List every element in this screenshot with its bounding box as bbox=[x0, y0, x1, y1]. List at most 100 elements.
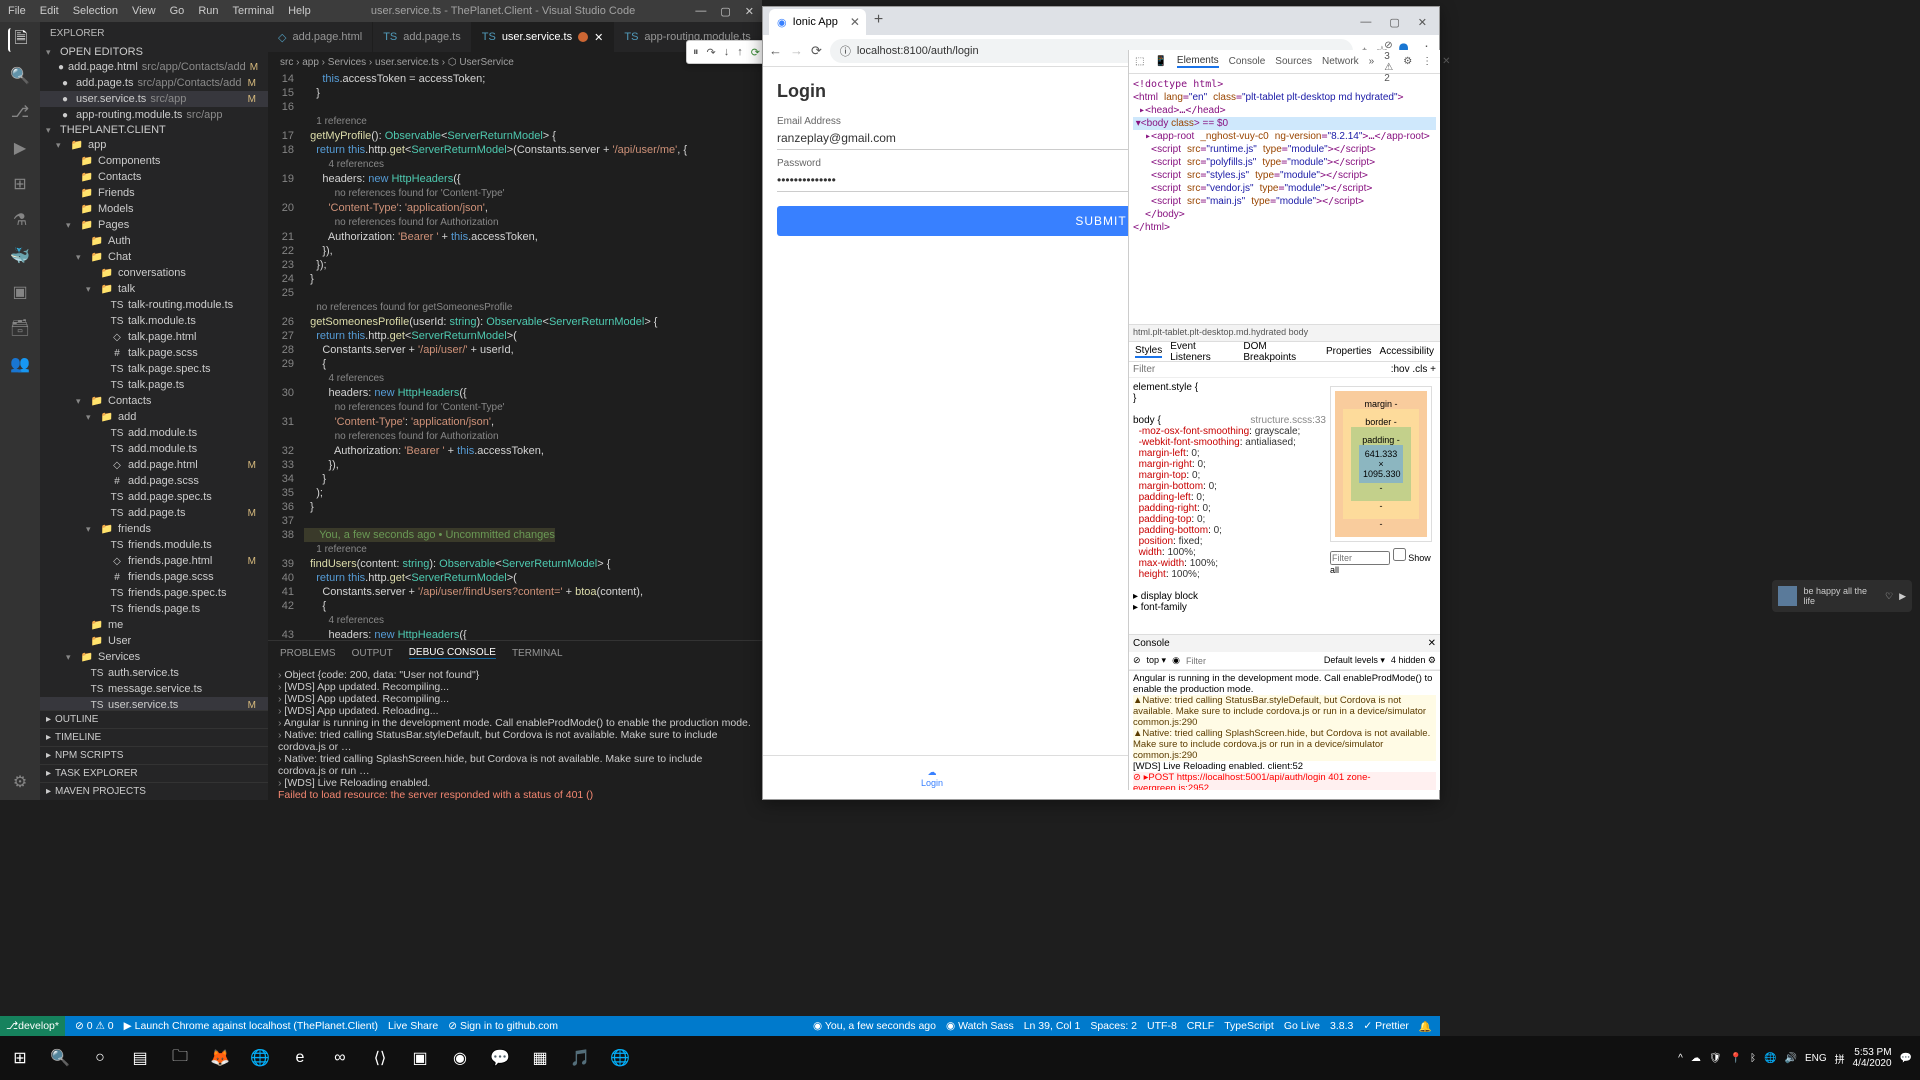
close-icon[interactable]: ✕ bbox=[1418, 16, 1427, 29]
liveshare-icon[interactable]: 👥 bbox=[8, 352, 32, 376]
remote-icon[interactable]: ▣ bbox=[8, 280, 32, 304]
eye-icon[interactable]: ◉ bbox=[1172, 655, 1180, 666]
min-icon[interactable]: — bbox=[695, 5, 706, 18]
step-into-icon[interactable]: ↓ bbox=[724, 46, 730, 58]
problems[interactable]: ⊘ 0 ⚠ 0 bbox=[75, 1020, 114, 1032]
tree-item[interactable]: ◇friends.page.htmlM bbox=[40, 553, 268, 569]
tree-item[interactable]: TSfriends.page.ts bbox=[40, 601, 268, 617]
clear-console-icon[interactable]: ⊘ bbox=[1133, 655, 1141, 666]
project-header[interactable]: ▾THEPLANET.CLIENT bbox=[40, 123, 268, 137]
eol[interactable]: CRLF bbox=[1187, 1020, 1214, 1032]
search-icon[interactable]: 🔍 bbox=[40, 1038, 80, 1078]
back-icon[interactable]: ← bbox=[769, 43, 782, 58]
explorer-icon[interactable]: 🗀 bbox=[160, 1038, 200, 1078]
tab-login[interactable]: ☁Login bbox=[763, 756, 1101, 799]
panel-tab[interactable]: OUTPUT bbox=[352, 648, 393, 659]
levels-select[interactable]: Default levels ▾ bbox=[1324, 655, 1385, 666]
cortana-icon[interactable]: ○ bbox=[80, 1038, 120, 1078]
tree-item[interactable]: TSadd.module.ts bbox=[40, 441, 268, 457]
tree-item[interactable]: TStalk.page.spec.ts bbox=[40, 361, 268, 377]
tree-item[interactable]: TSfriends.module.ts bbox=[40, 537, 268, 553]
chrome-icon[interactable]: 🌐 bbox=[240, 1038, 280, 1078]
defender-icon[interactable]: 🛡 bbox=[1709, 1053, 1722, 1064]
like-icon[interactable]: ♡ bbox=[1885, 591, 1893, 602]
encoding[interactable]: UTF-8 bbox=[1147, 1020, 1177, 1032]
panel-tab[interactable]: DEBUG CONSOLE bbox=[409, 647, 496, 659]
tree-item[interactable]: #add.page.scss bbox=[40, 473, 268, 489]
menu-edit[interactable]: Edit bbox=[40, 5, 59, 17]
now-playing[interactable]: be happy all the life ♡ ▶ bbox=[1772, 580, 1912, 612]
live-share[interactable]: Live Share bbox=[388, 1020, 438, 1032]
gear-icon[interactable]: ⚙ bbox=[8, 770, 32, 794]
start-icon[interactable]: ⊞ bbox=[0, 1038, 40, 1078]
indent[interactable]: Spaces: 2 bbox=[1090, 1020, 1137, 1032]
min-icon[interactable]: — bbox=[1360, 16, 1371, 29]
section-task-explorer[interactable]: ▸TASK EXPLORER bbox=[40, 764, 268, 782]
tree-item[interactable]: TStalk-routing.module.ts bbox=[40, 297, 268, 313]
close-icon[interactable]: ✕ bbox=[745, 5, 754, 18]
tree-item[interactable]: ◇add.page.htmlM bbox=[40, 457, 268, 473]
firefox-icon[interactable]: 🦊 bbox=[200, 1038, 240, 1078]
step-over-icon[interactable]: ↷ bbox=[707, 46, 716, 59]
hidden-count[interactable]: 4 hidden ⚙ bbox=[1391, 655, 1436, 666]
play-icon[interactable]: ▶ bbox=[1899, 591, 1906, 602]
styles-tab[interactable]: Properties bbox=[1326, 346, 1372, 357]
new-tab-icon[interactable]: + bbox=[874, 11, 883, 29]
section-npm-scripts[interactable]: ▸NPM SCRIPTS bbox=[40, 746, 268, 764]
docker-icon[interactable]: 🐳 bbox=[8, 244, 32, 268]
dock-menu-icon[interactable]: ⋮ bbox=[1422, 56, 1432, 67]
vs-icon[interactable]: ∞ bbox=[320, 1038, 360, 1078]
style-rules[interactable]: element.style {} body { structure.scss:3… bbox=[1133, 382, 1326, 630]
max-icon[interactable]: ▢ bbox=[1389, 16, 1399, 29]
menu-help[interactable]: Help bbox=[288, 5, 311, 17]
tree-item[interactable]: ▾📁talk bbox=[40, 281, 268, 297]
launch-config[interactable]: ▶ Launch Chrome against localhost (ThePl… bbox=[124, 1020, 378, 1032]
test-icon[interactable]: ⚗ bbox=[8, 208, 32, 232]
dom-tree[interactable]: <!doctype html> <html lang="en" class="p… bbox=[1129, 74, 1440, 324]
hov-toggle[interactable]: :hov bbox=[1391, 364, 1410, 375]
tree-item[interactable]: TStalk.module.ts bbox=[40, 313, 268, 329]
console-filter[interactable] bbox=[1186, 656, 1318, 666]
add-style-icon[interactable]: + bbox=[1430, 364, 1436, 375]
tree-item[interactable]: TSauth.service.ts bbox=[40, 665, 268, 681]
open-editors-header[interactable]: ▾OPEN EDITORS bbox=[40, 45, 268, 59]
debug-icon[interactable]: ▶ bbox=[8, 136, 32, 160]
steam-icon[interactable]: ◉ bbox=[440, 1038, 480, 1078]
console-drawer-title[interactable]: Console bbox=[1133, 638, 1170, 649]
tree-item[interactable]: 📁Components bbox=[40, 153, 268, 169]
scm-icon[interactable]: ⎇ bbox=[8, 100, 32, 124]
close-devtools-icon[interactable]: ✕ bbox=[1442, 56, 1450, 67]
tree-item[interactable]: 📁Contacts bbox=[40, 169, 268, 185]
tree-item[interactable]: ▾📁Chat bbox=[40, 249, 268, 265]
menu-go[interactable]: Go bbox=[170, 5, 185, 17]
menu-view[interactable]: View bbox=[132, 5, 156, 17]
clock[interactable]: 5:53 PM4/4/2020 bbox=[1853, 1047, 1892, 1069]
watch-sass[interactable]: ◉ Watch Sass bbox=[946, 1020, 1014, 1032]
dom-breadcrumb[interactable]: html.plt-tablet.plt-desktop.md.hydrated … bbox=[1129, 324, 1440, 342]
vol-icon[interactable]: 🔊 bbox=[1784, 1053, 1796, 1064]
music-icon[interactable]: 🎵 bbox=[560, 1038, 600, 1078]
language[interactable]: TypeScript bbox=[1224, 1020, 1274, 1032]
tree-item[interactable]: TSadd.page.spec.ts bbox=[40, 489, 268, 505]
open-file[interactable]: ●add.page.html src/app/Contacts/addM bbox=[40, 59, 268, 75]
tree-item[interactable]: 📁Models bbox=[40, 201, 268, 217]
vscode-icon[interactable]: ⟨⟩ bbox=[360, 1038, 400, 1078]
tab-console[interactable]: Console bbox=[1229, 56, 1266, 67]
styles-tab[interactable]: Event Listeners bbox=[1170, 341, 1235, 363]
cursor-pos[interactable]: Ln 39, Col 1 bbox=[1024, 1020, 1081, 1032]
bt-icon[interactable]: ᛒ bbox=[1750, 1053, 1756, 1064]
onedrive-icon[interactable]: ☁ bbox=[1691, 1053, 1701, 1064]
tree-item[interactable]: 📁Auth bbox=[40, 233, 268, 249]
go-live[interactable]: Go Live bbox=[1284, 1020, 1320, 1032]
lang[interactable]: ENG bbox=[1805, 1053, 1827, 1064]
menu-run[interactable]: Run bbox=[198, 5, 218, 17]
panel-tab[interactable]: TERMINAL bbox=[512, 648, 563, 659]
section-timeline[interactable]: ▸TIMELINE bbox=[40, 728, 268, 746]
tree-item[interactable]: 📁conversations bbox=[40, 265, 268, 281]
tree-item[interactable]: ▾📁add bbox=[40, 409, 268, 425]
chrome2-icon[interactable]: 🌐 bbox=[600, 1038, 640, 1078]
explorer-icon[interactable]: 🗎 bbox=[8, 28, 32, 52]
tab[interactable]: TSadd.page.ts bbox=[373, 22, 472, 52]
styles-tab[interactable]: Styles bbox=[1135, 345, 1162, 358]
browser-tab[interactable]: ◉ Ionic App ✕ bbox=[769, 9, 866, 35]
